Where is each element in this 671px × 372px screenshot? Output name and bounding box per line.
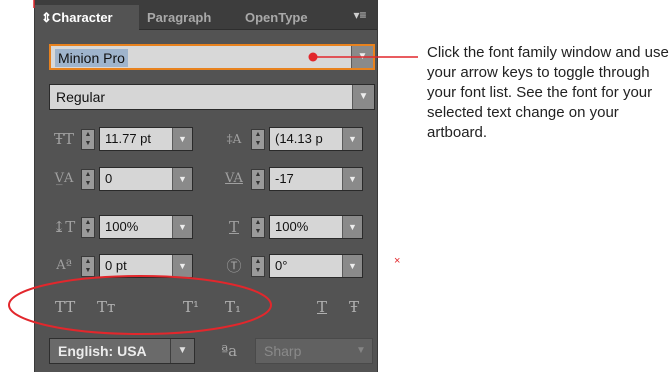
highlight-ellipse	[8, 275, 272, 335]
callout-text: Click the font family window and use you…	[427, 44, 669, 141]
callout-pointer-dot	[308, 52, 318, 62]
close-icon: ×	[394, 255, 401, 267]
